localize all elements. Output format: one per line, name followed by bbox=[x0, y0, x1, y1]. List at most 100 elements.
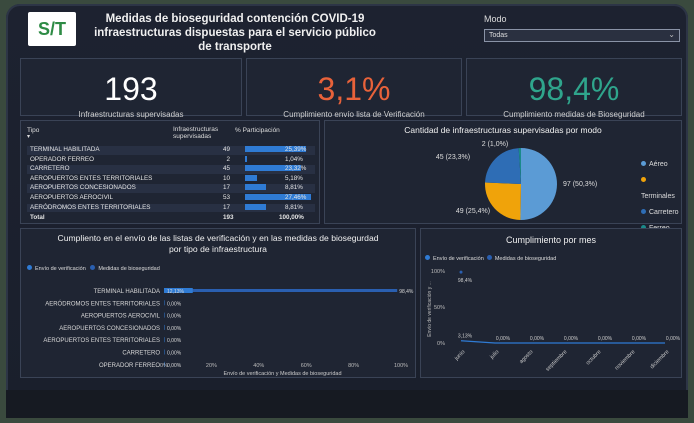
cell-tipo: AERÓDROMOS ENTES TERRITORIALES bbox=[30, 203, 151, 211]
total-pct: 100,00% bbox=[279, 214, 304, 221]
participation-bar bbox=[245, 174, 257, 181]
pie-chart: 97 (50,3%) 49 (25,4%) 45 (23,3%) 2 (1,0%) bbox=[436, 141, 597, 220]
line-data-label: 0,00% bbox=[496, 336, 511, 342]
y-tick-label: 50% bbox=[434, 305, 445, 311]
pie-slice[interactable] bbox=[485, 148, 521, 184]
category-label: AEROPUERTOS AEROCIVIL bbox=[81, 314, 161, 320]
cell-tipo: CARRETERO bbox=[30, 165, 70, 173]
legend-item[interactable]: Carretero bbox=[641, 205, 681, 221]
legend-label: Carretero bbox=[649, 209, 679, 216]
bar-envio[interactable] bbox=[164, 312, 165, 318]
bar-data-label: 12,13% bbox=[167, 289, 185, 295]
participation-bar bbox=[245, 155, 247, 162]
cell-count: 17 bbox=[223, 184, 231, 192]
cell-tipo: AEROPUERTOS ENTES TERRITORIALES bbox=[30, 174, 153, 182]
cell-pct: 1,04% bbox=[285, 155, 303, 163]
x-tick-label: 100% bbox=[394, 363, 408, 369]
cell-count: 2 bbox=[226, 155, 231, 163]
cell-count: 45 bbox=[223, 165, 231, 173]
kpi-value: 193 bbox=[104, 71, 158, 107]
mode-filter-value: Todas bbox=[489, 32, 508, 39]
kpi-value: 3,1% bbox=[317, 71, 391, 107]
table-row[interactable]: AEROPUERTOS ENTES TERRITORIALES 10 5,18% bbox=[27, 174, 315, 184]
table-row[interactable]: OPERADOR FERREO 2 1,04% bbox=[27, 155, 315, 165]
cell-count: 17 bbox=[223, 203, 231, 211]
bar-envio[interactable] bbox=[164, 349, 165, 355]
legend-label: Aéreo bbox=[649, 161, 668, 168]
x-tick-label: 20% bbox=[206, 363, 217, 369]
x-tick-label: agosto bbox=[518, 349, 534, 365]
cell-tipo: TERMINAL HABILITADA bbox=[30, 146, 100, 153]
total-count: 193 bbox=[223, 214, 234, 221]
line-data-label: 0,00% bbox=[530, 336, 545, 342]
x-tick-label: diciembre bbox=[649, 349, 670, 370]
cell-pct: 25,39% bbox=[285, 146, 307, 153]
x-tick-label: julio bbox=[489, 349, 501, 361]
x-tick-label: 0% bbox=[160, 363, 168, 369]
legend-item[interactable]: Terminales bbox=[641, 173, 681, 205]
hbar-chart-card: Cumpliento en el envío de las listas de … bbox=[20, 228, 416, 378]
pie-slice[interactable] bbox=[485, 182, 521, 220]
line-data-label: 0,00% bbox=[666, 336, 681, 342]
x-tick-label: 60% bbox=[301, 363, 312, 369]
bar-envio[interactable] bbox=[164, 324, 165, 330]
dashboard-frame: S/T Medidas de bioseguridad contención C… bbox=[6, 4, 688, 418]
x-tick-label: octubre bbox=[585, 349, 602, 366]
bar-data-label: 98,4% bbox=[399, 289, 414, 295]
table-row[interactable]: CARRETERO 45 23,32% bbox=[27, 165, 315, 174]
title-line-1: Medidas de bioseguridad contención COVID… bbox=[105, 13, 365, 25]
col-header-participacion[interactable]: % Participación bbox=[235, 127, 280, 134]
kpi-label: Infraestructuras supervisadas bbox=[78, 110, 184, 119]
line-chart-card: Cumplimiento por mes Envío de verificaci… bbox=[420, 228, 682, 378]
legend-dot bbox=[641, 209, 646, 214]
line-data-label: 0,00% bbox=[598, 336, 613, 342]
bar-data-label: 0,00% bbox=[167, 338, 182, 344]
y-axis-label: Envío de verificación y ... bbox=[427, 281, 433, 337]
category-label: AEROPUERTOS ENTES TERRITORIALES bbox=[43, 338, 160, 344]
line-data-label: 0,00% bbox=[564, 336, 579, 342]
pie-slice[interactable] bbox=[520, 148, 557, 220]
bar-data-label: 0,00% bbox=[167, 363, 182, 369]
kpi-label: Cumplimiento envío lista de Verificación bbox=[283, 110, 425, 119]
kpi-label: Cumplimiento medidas de Bioseguridad bbox=[503, 110, 645, 119]
table-total-row: Total 193 100,00% bbox=[27, 214, 315, 223]
line-data-label: 98,4% bbox=[458, 278, 473, 284]
table-row[interactable]: AEROPUERTOS CONCESIONADOS 17 8,81% bbox=[27, 184, 315, 193]
logo: S/T bbox=[28, 12, 76, 46]
bar-envio[interactable] bbox=[164, 337, 165, 343]
line-chart: 100% 50% 0% Envío de verificación y ... 3,13… bbox=[427, 269, 681, 373]
sort-icon[interactable]: ▾ bbox=[27, 133, 30, 140]
mode-filter-dropdown[interactable]: Todas ⌄ bbox=[484, 29, 680, 42]
point-medidas[interactable] bbox=[459, 270, 463, 274]
cell-count: 53 bbox=[223, 194, 231, 201]
bar-envio[interactable] bbox=[164, 300, 165, 306]
pie-data-label: 49 (25,4%) bbox=[456, 208, 490, 215]
cell-pct: 5,18% bbox=[285, 174, 303, 182]
bar-medidas[interactable] bbox=[164, 289, 398, 292]
participation-table: Tipo ▾ Infraestructuras supervisadas % P… bbox=[20, 120, 320, 224]
cell-pct: 27,46% bbox=[285, 194, 307, 201]
x-tick-label: 80% bbox=[348, 363, 359, 369]
pie-data-label: 2 (1,0%) bbox=[482, 141, 508, 148]
table-row[interactable]: AERÓDROMOS ENTES TERRITORIALES 17 8,81% bbox=[27, 203, 315, 213]
table-row[interactable]: AEROPUERTOS AEROCIVIL 53 27,46% bbox=[27, 194, 315, 203]
x-tick-label: 40% bbox=[253, 363, 264, 369]
cell-tipo: AEROPUERTOS CONCESIONADOS bbox=[30, 184, 136, 192]
legend-item[interactable]: Aéreo bbox=[641, 157, 681, 173]
participation-bar bbox=[245, 203, 266, 210]
col-header-infra[interactable]: Infraestructuras supervisadas bbox=[173, 126, 231, 140]
cell-pct: 8,81% bbox=[285, 203, 303, 211]
table-row[interactable]: TERMINAL HABILITADA 49 25,39% bbox=[27, 146, 315, 155]
x-tick-label: junio bbox=[453, 349, 466, 362]
x-tick-label: noviembre bbox=[614, 349, 636, 371]
kpi-card-medidas: 98,4% Cumplimiento medidas de Biosegurid… bbox=[466, 58, 682, 119]
pie-data-label: 97 (50,3%) bbox=[563, 181, 597, 188]
category-label: CARRETERO bbox=[122, 351, 160, 357]
y-tick-label: 100% bbox=[431, 269, 445, 275]
title-line-2: infraestructuras dispuestas para el serv… bbox=[94, 27, 376, 53]
bar-data-label: 0,00% bbox=[167, 351, 182, 357]
x-tick-label: septiembre bbox=[545, 349, 568, 372]
category-label: AEROPUERTOS CONCESIONADOS bbox=[59, 326, 160, 332]
mode-filter-label: Modo bbox=[484, 14, 507, 24]
cell-pct: 23,32% bbox=[285, 165, 307, 173]
